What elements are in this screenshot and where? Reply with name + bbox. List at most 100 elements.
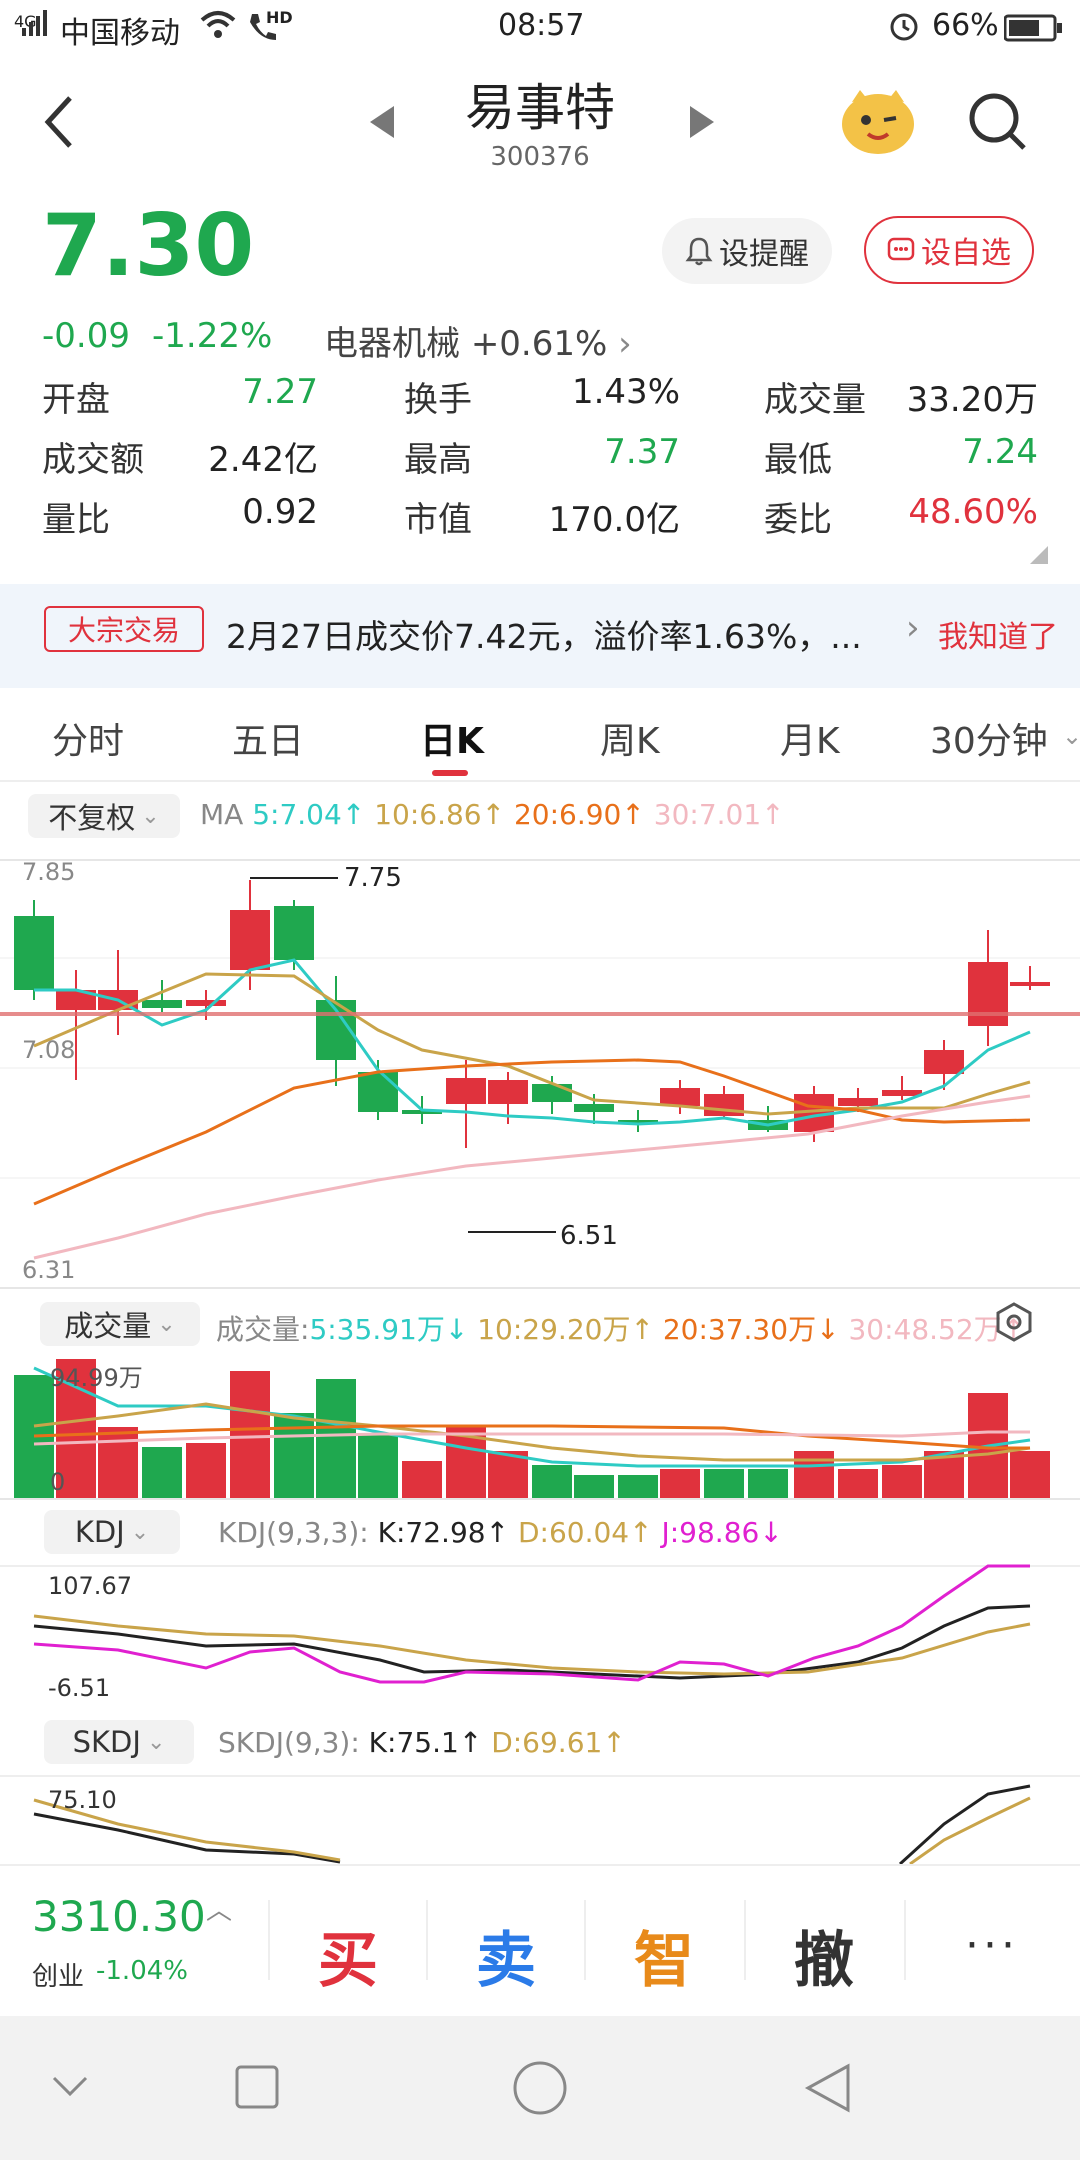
stat-value: 1.43%: [571, 372, 680, 412]
tab-weekly-k[interactable]: 周K: [600, 712, 660, 764]
skdj-dropdown[interactable]: SKDJ ⌄: [44, 1720, 194, 1764]
buy-button[interactable]: 买: [268, 1912, 428, 1999]
alarm-icon: [888, 10, 920, 50]
home-icon[interactable]: [512, 2060, 568, 2116]
kdj-k-value: K:72.98: [377, 1516, 486, 1549]
vol5-value: 5:35.91万: [309, 1313, 445, 1346]
chevron-right-icon: ›: [618, 324, 632, 364]
kdj-chart[interactable]: 107.67 -6.51: [0, 1562, 1080, 1706]
volume-bar: [358, 1433, 398, 1499]
system-nav-bar: [0, 2016, 1080, 2160]
tab-intraday[interactable]: 分时: [52, 712, 124, 764]
dismiss-notice-button[interactable]: 我知道了: [938, 612, 1058, 656]
high-marker: 7.75: [344, 863, 402, 893]
notice-banner[interactable]: 大宗交易 2月27日成交价7.42元，溢价率1.63%，... › 我知道了: [0, 584, 1080, 688]
skdj-k-line-tail: [898, 1784, 1031, 1864]
add-watchlist-button[interactable]: 设自选: [864, 216, 1034, 284]
adjust-dropdown[interactable]: 不复权 ⌄: [28, 794, 180, 838]
recent-apps-icon[interactable]: [234, 2064, 280, 2110]
volume-chart[interactable]: 94.99万 0: [0, 1356, 1080, 1500]
chevron-up-icon[interactable]: ︿: [206, 1890, 232, 1927]
ma-legend: MA 5:7.04↑ 10:6.86↑ 20:6.90↑ 30:7.01↑: [200, 798, 785, 831]
volume-bar: [574, 1475, 614, 1499]
kdj-j-value: J:98.86: [661, 1516, 760, 1549]
stat-label: 最低: [764, 440, 832, 480]
smart-button[interactable]: 智: [584, 1912, 744, 1999]
index-name: 创业: [32, 1962, 85, 1992]
skdj-d-value: D:69.61: [491, 1726, 603, 1759]
sector-link[interactable]: 电器机械 +0.61% ›: [324, 316, 632, 365]
vol20-value: 20:37.30万: [662, 1313, 817, 1346]
index-value[interactable]: 3310.30: [32, 1892, 206, 1941]
chevron-down-icon[interactable]: ⌄: [1062, 722, 1080, 750]
ma30-line: [33, 1094, 1031, 1260]
volume-bar: [230, 1371, 270, 1499]
stat-label: 成交量: [764, 380, 866, 420]
chevron-down-icon[interactable]: [48, 2068, 92, 2108]
ma20-line: [33, 1058, 1031, 1206]
more-button[interactable]: ···: [904, 1920, 1080, 1971]
stat-label: 开盘: [42, 380, 110, 420]
signal-icon: [20, 8, 50, 46]
volume-bar: [186, 1443, 226, 1499]
y-mid-label: 7.08: [22, 1036, 75, 1064]
set-alert-button[interactable]: 设提醒: [662, 218, 832, 284]
volume-bar: [274, 1413, 314, 1499]
volume-bar: [402, 1461, 442, 1499]
wifi-icon: [198, 10, 238, 48]
volume-y-min: 0: [50, 1468, 65, 1496]
sector-name: 电器机械: [324, 324, 460, 364]
sell-button[interactable]: 卖: [426, 1912, 586, 1999]
vol10-value: 10:29.20万: [477, 1313, 631, 1346]
tab-30-minute[interactable]: 30分钟: [930, 712, 1048, 764]
volume-title: 成交量: [64, 1309, 152, 1343]
search-button[interactable]: [966, 90, 1030, 158]
vol-ma5-line: [33, 1366, 1031, 1468]
volume-bar: [142, 1447, 182, 1499]
next-stock-button[interactable]: [686, 104, 716, 144]
volume-bar: [98, 1427, 138, 1499]
skdj-lines: [33, 1784, 1031, 1864]
volume-dropdown[interactable]: 成交量 ⌄: [40, 1302, 200, 1346]
back-icon[interactable]: [802, 2062, 854, 2114]
ma20-value: 20:6.90: [513, 798, 622, 831]
tab-five-day[interactable]: 五日: [232, 712, 304, 764]
skdj-legend: SKDJ(9,3): K:75.1↑ D:69.61↑: [218, 1726, 626, 1759]
add-watchlist-label: 设自选: [921, 236, 1011, 271]
kline-chart[interactable]: 7.85 7.08 6.31 7.75 6.51: [0, 850, 1080, 1290]
search-icon: [969, 93, 1026, 150]
settings-button[interactable]: [994, 1302, 1034, 1346]
skdj-title: SKDJ: [72, 1725, 141, 1759]
kdj-y-max: 107.67: [48, 1572, 132, 1600]
price-change: -0.09: [42, 316, 130, 356]
tab-daily-k[interactable]: 日K: [420, 712, 484, 764]
candle: [968, 930, 1008, 1046]
back-button[interactable]: [40, 92, 80, 156]
kdj-d-value: D:60.04: [517, 1516, 630, 1549]
kdj-title: KDJ: [74, 1515, 125, 1549]
status-bar: 4G 中国移动 HD 08:57 66%: [0, 0, 1080, 55]
kdj-dropdown[interactable]: KDJ ⌄: [44, 1510, 180, 1554]
kdj-legend: KDJ(9,3,3): K:72.98↑ D:60.04↑ J:98.86↓: [218, 1516, 783, 1549]
stock-name: 易事特: [465, 79, 615, 137]
kdj-params: KDJ(9,3,3):: [218, 1516, 369, 1549]
skdj-k-value: K:75.1: [368, 1726, 459, 1759]
stat-value: 170.0亿: [548, 500, 680, 540]
chevron-down-icon: ⌄: [141, 803, 160, 829]
skdj-chart[interactable]: 75.10: [0, 1774, 1080, 1864]
mascot-avatar[interactable]: [838, 84, 918, 162]
ma-lines: [33, 958, 1031, 1260]
cancel-order-button[interactable]: 撤: [744, 1912, 904, 1999]
stat-label: 成交额: [42, 440, 144, 480]
expand-corner-icon[interactable]: [1030, 546, 1048, 568]
vol-ma30-line: [33, 1430, 1030, 1446]
divider: [0, 780, 1080, 782]
chat-dots-icon: [887, 237, 915, 261]
stat-value: 7.37: [604, 432, 680, 472]
volume-bar: [748, 1469, 788, 1499]
set-alert-label: 设提醒: [719, 237, 809, 272]
tab-monthly-k[interactable]: 月K: [780, 712, 840, 764]
block-trade-tag: 大宗交易: [44, 606, 204, 652]
y-max-label: 7.85: [22, 858, 75, 886]
volume-bar: [882, 1465, 922, 1499]
